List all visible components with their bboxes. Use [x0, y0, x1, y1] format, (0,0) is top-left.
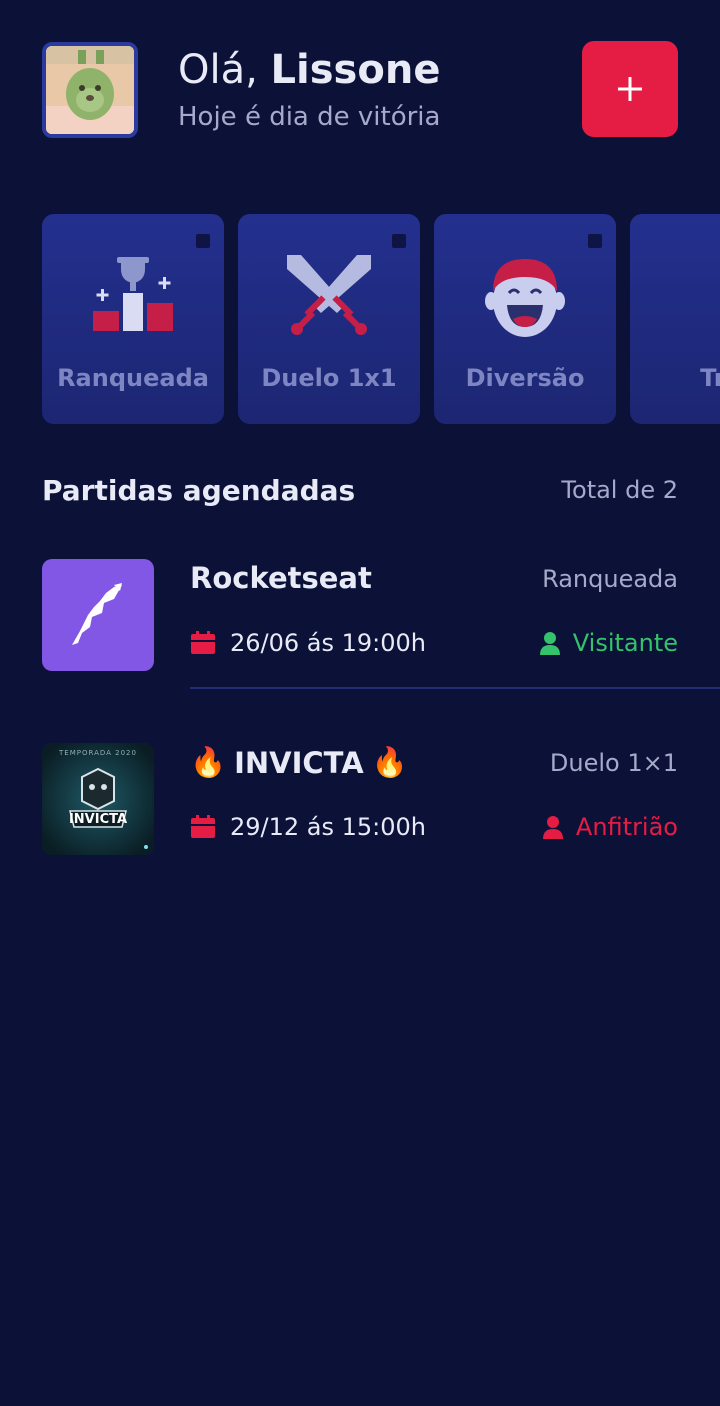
plus-icon	[618, 77, 642, 101]
match-role-text: Visitante	[572, 629, 678, 657]
match-role-text: Anfitrião	[575, 813, 678, 841]
user-icon	[539, 632, 560, 655]
fire-emoji-icon: 🔥	[371, 745, 408, 779]
avatar-image	[46, 46, 134, 134]
match-role: Visitante	[539, 629, 678, 657]
user-icon	[542, 816, 563, 839]
user-name: Lissone	[270, 47, 441, 93]
section-title: Partidas agendadas	[42, 474, 356, 507]
fire-emoji-icon: 🔥	[190, 745, 227, 779]
match-card[interactable]: Rocketseat Ranqueada 26/06 ás 19:00h Vis…	[0, 559, 720, 679]
list-divider	[190, 687, 720, 689]
category-list: Ranqueada Duelo 1x1 Diversão Tr	[0, 214, 720, 426]
greeting: Olá, Lissone Hoje é dia de vitória	[178, 44, 440, 132]
invicta-top-text: TEMPORADA 2020	[58, 749, 137, 757]
match-title: Rocketseat	[190, 561, 372, 595]
category-label: Diversão	[465, 364, 585, 392]
match-date-text: 26/06 ás 19:00h	[230, 629, 427, 657]
category-label: Ranqueada	[57, 364, 209, 392]
match-date: 26/06 ás 19:00h	[190, 629, 426, 657]
match-mode: Ranqueada	[542, 565, 678, 593]
category-diversao[interactable]: Diversão	[434, 214, 616, 424]
rocketseat-logo	[42, 559, 154, 671]
match-title: INVICTA	[234, 745, 364, 780]
home-screen: Olá, Lissone Hoje é dia de vitória Ranqu…	[0, 0, 720, 1406]
category-treino[interactable]: Tre	[630, 214, 720, 424]
invicta-logo: TEMPORADA 2020 INVICTA	[42, 743, 154, 855]
match-role: Anfitrião	[542, 813, 678, 841]
match-card[interactable]: TEMPORADA 2020 INVICTA 🔥 INVICTA 🔥 Duelo…	[0, 743, 720, 863]
category-duelo[interactable]: Duelo 1x1	[238, 214, 420, 424]
rocket-icon	[72, 583, 122, 645]
add-match-button[interactable]	[582, 41, 678, 137]
match-mode: Duelo 1×1	[549, 749, 678, 777]
greeting-subtitle: Hoje é dia de vitória	[178, 102, 441, 132]
trophy-podium-icon	[42, 242, 224, 352]
greeting-title: Olá, Lissone	[178, 44, 440, 96]
user-avatar[interactable]	[42, 42, 138, 138]
matches-total: Total de 2	[561, 476, 678, 504]
greeting-hello: Olá,	[178, 47, 258, 93]
match-name: Rocketseat	[190, 561, 372, 595]
invicta-logo-image: TEMPORADA 2020 INVICTA	[42, 743, 154, 855]
gamepad-icon	[630, 242, 720, 352]
invicta-logo-text: INVICTA	[69, 812, 127, 827]
category-label: Duelo 1x1	[261, 364, 397, 392]
laughing-face-icon	[434, 242, 616, 352]
match-name: 🔥 INVICTA 🔥	[190, 745, 408, 780]
category-ranqueada[interactable]: Ranqueada	[42, 214, 224, 424]
calendar-icon	[191, 815, 215, 838]
crossed-swords-icon	[238, 242, 420, 352]
category-label: Tre	[700, 364, 720, 392]
match-date: 29/12 ás 15:00h	[190, 813, 426, 841]
match-date-text: 29/12 ás 15:00h	[230, 813, 427, 841]
calendar-icon	[191, 631, 215, 654]
